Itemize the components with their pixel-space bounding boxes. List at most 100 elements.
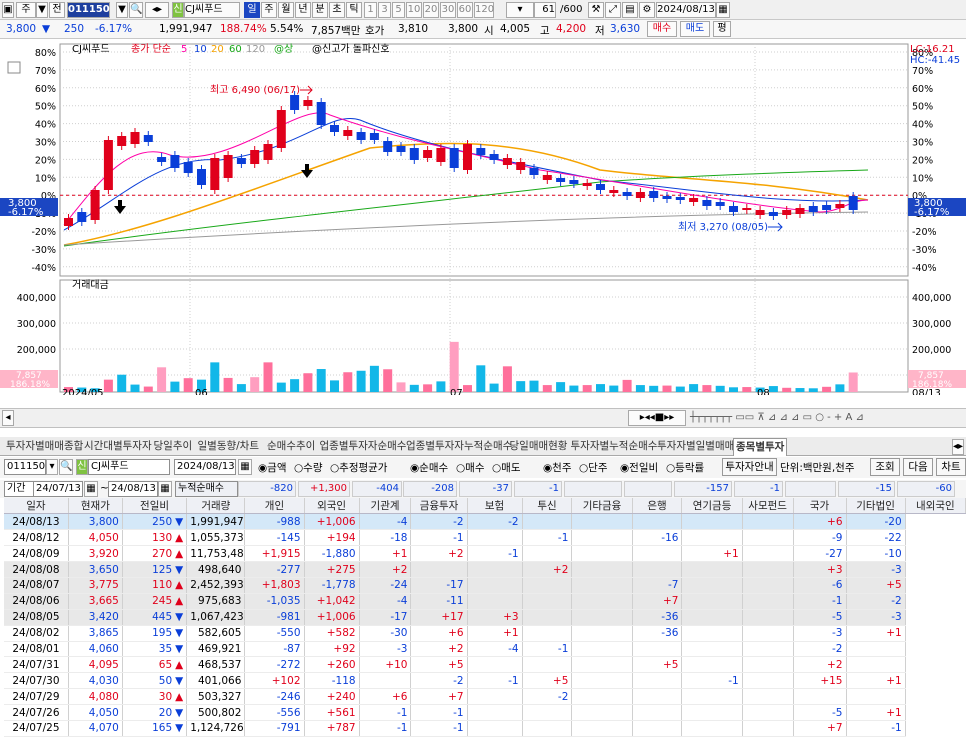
table-row[interactable]: 24/07/30 4,030 ▼ 50 401,066 +102 -118 -2 -1 +5 -1 +… <box>4 672 966 690</box>
minute-10[interactable]: 10 <box>406 2 422 18</box>
col-header[interactable]: 현재가 <box>68 498 123 515</box>
col-header[interactable]: 기타법인 <box>846 498 906 515</box>
radio-단주[interactable]: ○단주 <box>579 460 608 475</box>
timeframe-5[interactable]: 초 <box>329 2 345 18</box>
radio-icon[interactable]: ○ <box>294 462 303 474</box>
chart-button[interactable]: 차트 <box>936 458 966 476</box>
table-row[interactable]: 24/07/25 4,070 ▼ 165 1,124,726 -791 +787 -1 -1 +7… <box>4 720 966 737</box>
table-row[interactable]: 24/08/12 4,050 ▲ 130 1,055,373 -145 +194 -18 -1-… <box>4 529 966 547</box>
code-dropdown-icon[interactable]: ▾ <box>46 459 58 475</box>
query-button[interactable]: 조회 <box>870 458 900 476</box>
radio-icon[interactable]: ○ <box>456 462 465 474</box>
radio-천주[interactable]: ◉천주 <box>543 460 572 475</box>
timeframe-3[interactable]: 년 <box>295 2 311 18</box>
radio-매수[interactable]: ○매수 <box>456 460 485 475</box>
zoom-icon[interactable]: ⤢ <box>605 2 621 18</box>
radio-icon[interactable]: ◉ <box>620 462 629 474</box>
minute-120[interactable]: 120 <box>474 2 494 18</box>
table-row[interactable]: 24/08/07 3,775 ▲ 110 2,452,393 +1,803 -1,778 -2… <box>4 577 966 594</box>
col-header[interactable]: 은행 <box>632 498 683 515</box>
col-header[interactable]: 금융투자 <box>410 498 468 515</box>
tab-1[interactable]: 시간대별투자자 <box>82 438 154 456</box>
radio-전일비[interactable]: ◉전일비 <box>620 460 658 475</box>
period-to-input[interactable]: 24/08/13 <box>108 481 158 497</box>
chart-setting-icon[interactable]: ⚒ <box>588 2 604 18</box>
investor-guide-button[interactable]: 투자자안내 <box>722 458 777 476</box>
tab-8[interactable]: 투자자별누적순매수 <box>569 438 660 456</box>
radio-icon[interactable]: ◉ <box>258 462 267 474</box>
radio-icon[interactable]: ○ <box>666 462 675 474</box>
data-count-input[interactable]: 61 <box>534 2 556 18</box>
gear-icon[interactable]: ⚙ <box>639 2 655 18</box>
stock-code-input[interactable]: 011150 <box>67 2 110 18</box>
sell-button[interactable]: 매도 <box>680 21 710 37</box>
chart-tools-icon[interactable]: ┼┬┬┬┬┬┬ ▭▭ ⊼ ⊿ ⊿ ⊿ ▭ ○ - + A ⊿ <box>690 412 864 423</box>
tab-5[interactable]: 업종별투자자순매수 <box>318 438 409 456</box>
menu-button-all[interactable]: 전 <box>49 2 65 18</box>
tab-4[interactable]: 순매수추이 <box>265 438 317 456</box>
col-header[interactable]: 거래량 <box>186 498 246 515</box>
tab-scroll-icon[interactable]: ◂▸ <box>952 439 964 455</box>
table-row[interactable]: 24/08/09 3,920 ▲ 270 11,753,486 +1,915 -1,880 +… <box>4 545 966 563</box>
minute-5[interactable]: 5 <box>392 2 405 18</box>
radio-icon[interactable]: ○ <box>330 462 339 474</box>
radio-수량[interactable]: ○수량 <box>294 460 323 475</box>
playback-controls-icon[interactable]: ▸◂◂■▸▸ <box>628 410 686 426</box>
minute-1[interactable]: 1 <box>364 2 377 18</box>
col-header[interactable]: 국가 <box>793 498 847 515</box>
tab-2[interactable]: 당일추이 <box>152 438 195 456</box>
query-date-input[interactable]: 2024/08/13 <box>174 459 236 475</box>
period-from-input[interactable]: 24/07/13 <box>33 481 83 497</box>
col-header[interactable]: 연기금등 <box>681 498 743 515</box>
calendar-icon[interactable]: ▦ <box>84 481 98 497</box>
radio-icon[interactable]: ◉ <box>410 462 419 474</box>
table-row[interactable]: 24/08/06 3,665 ▲ 245 975,683 -1,035 +1,042 -4 -1… <box>4 593 966 610</box>
radio-icon[interactable]: ◉ <box>543 462 552 474</box>
menu-button-week[interactable]: 주 <box>16 2 36 18</box>
tab-0[interactable]: 투자자별매매종합 <box>4 438 85 456</box>
radio-매도[interactable]: ○매도 <box>492 460 521 475</box>
radio-icon[interactable]: ○ <box>579 462 588 474</box>
calendar-icon[interactable]: ▦ <box>158 481 172 497</box>
window-icon[interactable]: ▣ <box>2 2 14 18</box>
tab-6[interactable]: 업종별투자자누적순매수 <box>404 438 514 456</box>
tab-3[interactable]: 일별동향/차트 <box>196 438 262 456</box>
radio-금액[interactable]: ◉금액 <box>258 460 287 475</box>
chart-date-input[interactable]: 2024/08/13 <box>656 2 716 18</box>
calendar-icon[interactable]: ▦ <box>238 459 252 475</box>
timeframe-2[interactable]: 월 <box>278 2 294 18</box>
table-row[interactable]: 24/08/02 3,865 ▼ 195 582,605 -550 +582 -30 +6 +1-… <box>4 625 966 642</box>
minute-30[interactable]: 30 <box>440 2 456 18</box>
investor-code-input[interactable]: 011150 <box>4 459 46 475</box>
table-row[interactable]: 24/07/29 4,080 ▲ 30 503,327 -246 +240 +6 +7 -2 <box>4 688 966 706</box>
code-dropdown-icon[interactable]: ▼ <box>116 2 128 18</box>
timeframe-0[interactable]: 일 <box>244 2 260 18</box>
table-row[interactable]: 24/07/26 4,050 ▼ 20 500,802 -556 +561 -1 -1 -5 +1 <box>4 704 966 721</box>
col-header[interactable]: 개인 <box>244 498 305 515</box>
radio-순매수[interactable]: ◉순매수 <box>410 460 448 475</box>
table-row[interactable]: 24/08/01 4,060 ▼ 35 469,921 -87 +92 -3 +2 -4 -1 -2 <box>4 641 966 658</box>
calendar-icon[interactable]: ▦ <box>716 2 730 18</box>
radio-icon[interactable]: ○ <box>492 462 501 474</box>
scroll-left-icon[interactable]: ◂ <box>2 410 14 426</box>
tab-9[interactable]: 투자자별일별매매 <box>655 438 736 456</box>
timeframe-6[interactable]: 틱 <box>346 2 362 18</box>
table-row[interactable]: 24/08/13 3,800 ▼ 250 1,991,947 -988 +1,006 -4 -2… <box>4 513 966 531</box>
count-dropdown-icon[interactable]: ▾ <box>506 2 534 18</box>
minute-60[interactable]: 60 <box>457 2 473 18</box>
stock-chart[interactable]: 80% 80%70% 70%60% 60%50% 50%40% 40%30% 30%20% 2… <box>0 40 966 395</box>
col-header[interactable]: 외국인 <box>304 498 360 515</box>
next-button[interactable]: 다음 <box>903 458 933 476</box>
timeframe-4[interactable]: 분 <box>312 2 328 18</box>
col-header[interactable]: 기타금융 <box>571 498 633 515</box>
tab-7[interactable]: 당일매매현황 <box>508 438 570 456</box>
prev-next-icon[interactable]: ◂▸ <box>145 2 169 18</box>
minute-3[interactable]: 3 <box>378 2 391 18</box>
col-header[interactable]: 전일비 <box>122 498 188 515</box>
search-icon[interactable]: 🔍 <box>59 459 73 475</box>
col-header[interactable]: 내외국인 <box>905 498 966 515</box>
col-header[interactable]: 보험 <box>467 498 523 515</box>
col-header[interactable]: 일자 <box>4 498 69 515</box>
menu-dropdown-icon[interactable]: ▼ <box>36 2 48 18</box>
col-header[interactable]: 기관계 <box>359 498 412 515</box>
